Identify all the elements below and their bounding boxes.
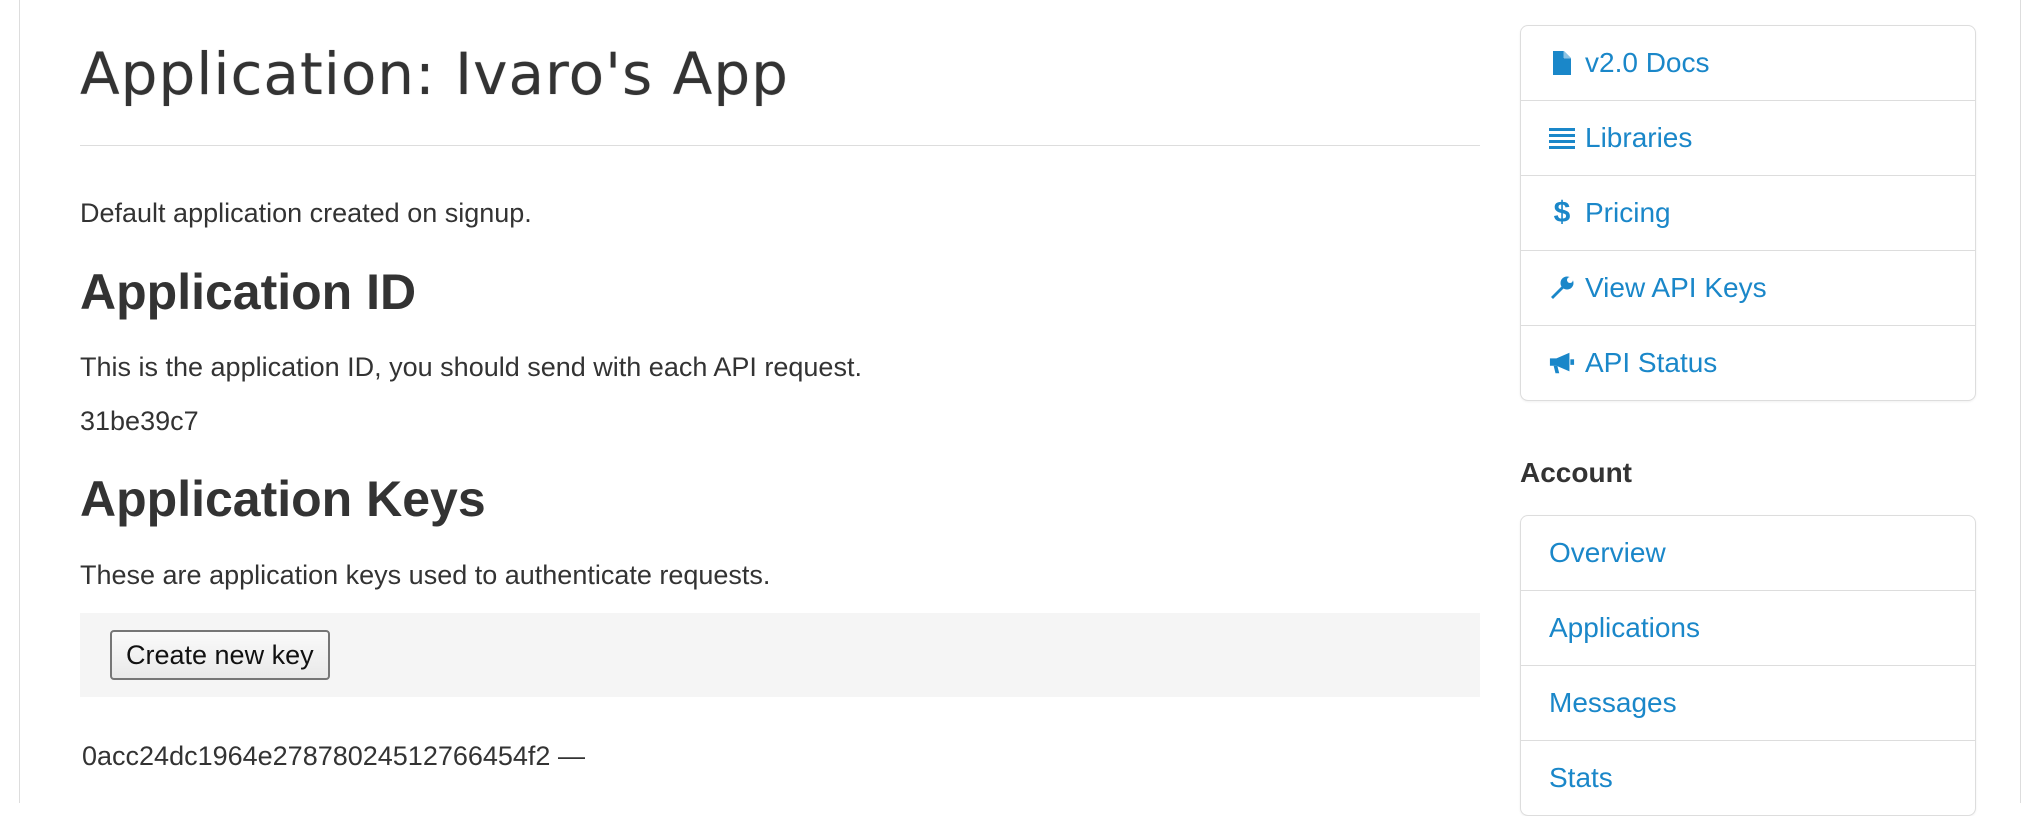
account-link-label: Applications	[1549, 612, 1700, 643]
sidebar-link-label: Libraries	[1585, 122, 1693, 153]
dollar-icon: $	[1553, 196, 1571, 229]
application-keys-heading: Application Keys	[80, 471, 486, 527]
list-icon	[1549, 123, 1575, 153]
page-title: Application: Ivaro's App	[80, 40, 789, 108]
sidebar-link-libraries[interactable]: Libraries	[1521, 100, 1975, 175]
key-value: 0acc24dc1964e27878024512766454f2	[82, 741, 551, 771]
sidebar-link-label: v2.0 Docs	[1585, 47, 1710, 78]
sidebar-link-view-api-keys[interactable]: View API Keys	[1521, 250, 1975, 325]
page-frame-left-border	[19, 0, 20, 803]
bullhorn-icon	[1549, 348, 1575, 378]
account-link-overview[interactable]: Overview	[1521, 516, 1975, 590]
sidebar-link-api-status[interactable]: API Status	[1521, 325, 1975, 400]
account-link-label: Stats	[1549, 762, 1613, 793]
account-links-list: Overview Applications Messages Stats	[1520, 515, 1976, 816]
sidebar-link-docs[interactable]: v2.0 Docs	[1521, 26, 1975, 100]
key-list-item: 0acc24dc1964e27878024512766454f2 —	[82, 741, 585, 772]
account-link-label: Overview	[1549, 537, 1666, 568]
application-id-description: This is the application ID, you should s…	[80, 352, 862, 382]
account-link-label: Messages	[1549, 687, 1677, 718]
sidebar-link-label: View API Keys	[1585, 272, 1767, 303]
application-id-value: 31be39c7	[80, 406, 199, 436]
page-frame-right-border	[2020, 0, 2021, 803]
file-icon	[1549, 48, 1575, 78]
account-heading: Account	[1520, 457, 1632, 488]
app-description: Default application created on signup.	[80, 198, 532, 228]
application-id-heading: Application ID	[80, 264, 417, 320]
wrench-icon	[1549, 273, 1575, 303]
application-keys-description: These are application keys used to authe…	[80, 560, 771, 590]
sidebar-link-pricing[interactable]: $ Pricing	[1521, 175, 1975, 250]
key-suffix: —	[557, 741, 585, 771]
sidebar-link-label: Pricing	[1585, 197, 1671, 228]
key-toolbar: Create new key	[80, 613, 1480, 697]
account-link-stats[interactable]: Stats	[1521, 740, 1975, 815]
title-divider	[80, 145, 1480, 146]
resource-links-list: v2.0 Docs Libraries $ Pricing View API K…	[1520, 25, 1976, 401]
sidebar-link-label: API Status	[1585, 347, 1718, 378]
account-link-applications[interactable]: Applications	[1521, 590, 1975, 665]
create-new-key-button[interactable]: Create new key	[110, 630, 330, 680]
account-link-messages[interactable]: Messages	[1521, 665, 1975, 740]
